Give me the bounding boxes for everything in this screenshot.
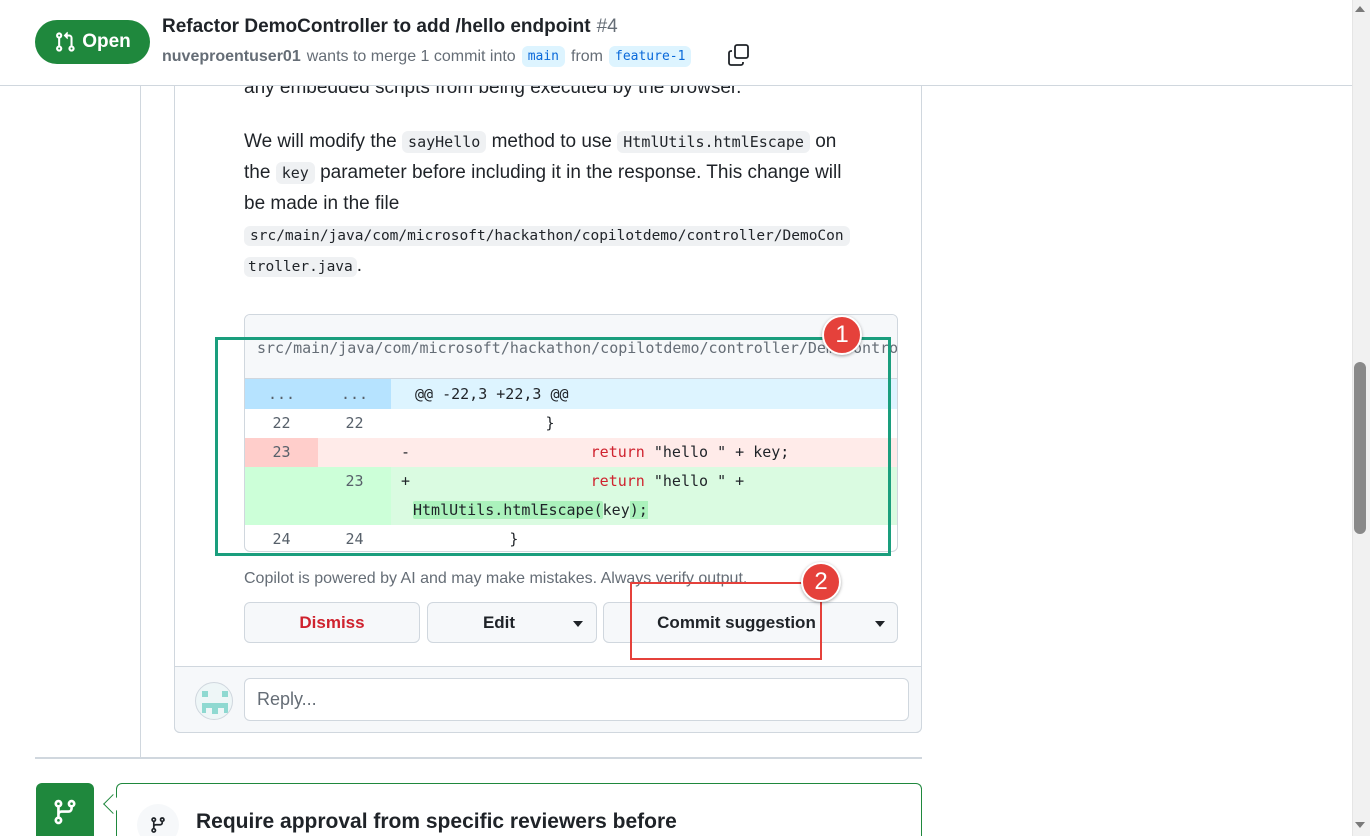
- pr-author-link[interactable]: nuveproentuser01: [162, 48, 301, 66]
- merge-requirement-title: Require approval from specific reviewers…: [196, 810, 677, 833]
- base-branch-link[interactable]: main: [521, 46, 565, 67]
- pr-title: Refactor DemoController to add /hello en…: [162, 16, 618, 38]
- copy-icon[interactable]: [727, 43, 751, 67]
- pr-header: Open Refactor DemoController to add /hel…: [0, 0, 1352, 86]
- git-branch-icon: [54, 799, 76, 825]
- edit-button[interactable]: Edit: [427, 602, 597, 643]
- avatar: [195, 682, 233, 720]
- text: on: [815, 131, 837, 152]
- text: parameter before including it in the res…: [320, 162, 842, 183]
- timeline-divider: [35, 757, 922, 759]
- code-inline-file-path: src/main/java/com/microsoft/hackathon/co…: [244, 226, 850, 246]
- git-branch-icon: [151, 817, 165, 833]
- reply-input[interactable]: Reply...: [244, 678, 909, 721]
- merge-status-badge: [36, 783, 94, 836]
- comment-file-path-line-2: troller.java.: [244, 250, 362, 283]
- git-pull-request-icon: [56, 31, 75, 52]
- chevron-down-icon: [573, 621, 583, 627]
- from-text: from: [571, 47, 603, 65]
- pr-title-text: Refactor DemoController to add /hello en…: [162, 16, 591, 37]
- comment-paragraph-line-2: the key parameter before including it in…: [244, 157, 841, 189]
- scrollbar-thumb[interactable]: [1354, 362, 1366, 534]
- comment-paragraph-line-1: We will modify the sayHello method to us…: [244, 126, 836, 158]
- code-inline-file-path-end: troller.java: [244, 257, 357, 277]
- scroll-up-arrow-icon[interactable]: [1355, 6, 1365, 12]
- pr-state-label: Open: [82, 31, 131, 52]
- head-branch-link[interactable]: feature-1: [609, 46, 692, 67]
- code-inline-sayhello: sayHello: [402, 131, 487, 153]
- text: the: [244, 162, 271, 183]
- chevron-down-icon[interactable]: [875, 621, 885, 627]
- annotation-marker-2: 2: [801, 562, 841, 602]
- edit-button-label: Edit: [482, 612, 516, 632]
- annotation-highlight-box: [215, 337, 891, 556]
- pr-number: #4: [596, 16, 618, 37]
- pr-merge-info: nuveproentuser01 wants to merge 1 commit…: [162, 46, 692, 67]
- merge-text: wants to merge 1 commit into: [306, 47, 516, 65]
- scroll-down-arrow-icon[interactable]: [1355, 822, 1365, 828]
- text: .: [356, 255, 363, 276]
- dismiss-button[interactable]: Dismiss: [244, 602, 420, 643]
- code-inline-key: key: [275, 162, 315, 184]
- text: method to use: [491, 131, 612, 152]
- text: We will modify the: [244, 131, 397, 152]
- annotation-marker-1: 1: [822, 315, 862, 355]
- comment-paragraph-line-3: be made in the file: [244, 193, 400, 214]
- comment-file-path-line-1: src/main/java/com/microsoft/hackathon/co…: [244, 219, 850, 252]
- timeline-line: [140, 86, 141, 758]
- annotation-highlight-box: [630, 582, 822, 660]
- pr-state-badge: Open: [35, 20, 150, 64]
- code-inline-htmlescape: HtmlUtils.htmlEscape: [617, 131, 810, 153]
